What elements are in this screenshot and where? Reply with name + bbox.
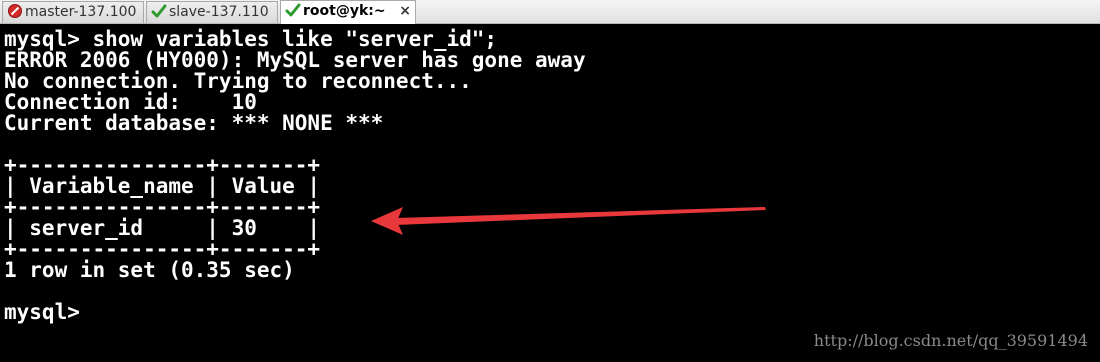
tab-master-label: master-137.100 — [25, 4, 137, 20]
watermark-text: http://blog.csdn.net/qq_39591494 — [813, 331, 1088, 350]
tab-root-label: root@yk:~ — [303, 3, 386, 19]
green-check-icon — [285, 3, 301, 17]
tab-bar: master-137.100 slave-137.110 root@yk:~ × — [0, 0, 1100, 24]
terminal-line: mysql> — [4, 300, 80, 324]
close-icon[interactable]: × — [399, 1, 411, 22]
green-check-icon — [151, 4, 167, 18]
tab-master[interactable]: master-137.100 — [2, 1, 144, 23]
tab-slave-label: slave-137.110 — [169, 4, 269, 20]
terminal-line: +---------------+-------+ — [4, 153, 321, 177]
terminal-output[interactable]: mysql> show variables like "server_id"; E… — [4, 29, 1094, 323]
tab-root[interactable]: root@yk:~ × — [280, 0, 416, 24]
terminal-line: Connection id: 10 — [4, 90, 257, 114]
terminal-line: No connection. Trying to reconnect... — [4, 69, 472, 93]
terminal-line: 1 row in set (0.35 sec) — [4, 258, 295, 282]
terminal-line: | server_id | 30 | — [4, 216, 321, 240]
terminal-line: | Variable_name | Value | — [4, 174, 321, 198]
terminal-line: mysql> show variables like "server_id"; — [4, 27, 498, 51]
terminal-line: +---------------+-------+ — [4, 195, 321, 219]
terminal-line: Current database: *** NONE *** — [4, 111, 384, 135]
terminal-line: ERROR 2006 (HY000): MySQL server has gon… — [4, 48, 586, 72]
terminal-line: +---------------+-------+ — [4, 237, 321, 261]
red-stop-icon — [8, 4, 22, 18]
tab-slave[interactable]: slave-137.110 — [146, 1, 278, 23]
